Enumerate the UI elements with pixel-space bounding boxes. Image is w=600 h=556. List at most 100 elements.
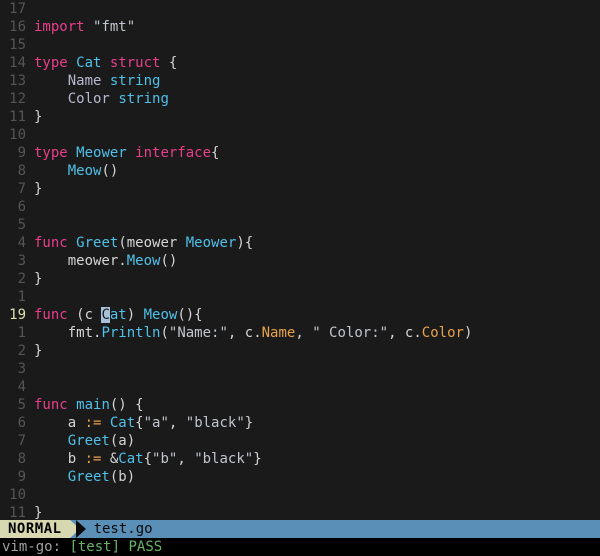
code-line[interactable]: 10 xyxy=(0,126,600,144)
code-content[interactable]: import "fmt" xyxy=(34,18,600,36)
line-number: 11 xyxy=(0,504,34,520)
code-line[interactable]: 5 xyxy=(0,216,600,234)
code-line[interactable]: 15 xyxy=(0,36,600,54)
token-typ: string xyxy=(118,91,169,107)
token-ident: Color xyxy=(68,91,110,107)
code-content[interactable]: Greet(b) xyxy=(34,468,600,486)
code-line[interactable]: 7 Greet(a) xyxy=(0,432,600,450)
code-content[interactable]: } xyxy=(34,180,600,198)
code-content[interactable] xyxy=(34,198,600,216)
code-line[interactable]: 9 Greet(b) xyxy=(0,468,600,486)
code-line[interactable]: 1 fmt.Println("Name:", c.Name, " Color:"… xyxy=(0,324,600,342)
code-area[interactable]: 1716import "fmt"1514type Cat struct {13 … xyxy=(0,0,600,520)
line-number: 9 xyxy=(0,468,34,486)
code-content[interactable]: } xyxy=(34,504,600,520)
code-content[interactable]: a := Cat{"a", "black"} xyxy=(34,414,600,432)
token-op: ) xyxy=(464,325,472,341)
code-content[interactable] xyxy=(34,378,600,396)
code-content[interactable]: type Meower interface{ xyxy=(34,144,600,162)
separator-icon xyxy=(76,520,86,538)
code-line[interactable]: 9type Meower interface{ xyxy=(0,144,600,162)
line-number: 10 xyxy=(0,486,34,504)
code-line[interactable]: 6 xyxy=(0,198,600,216)
token-str: "black" xyxy=(186,415,245,431)
code-line[interactable]: 12 Color string xyxy=(0,90,600,108)
code-content[interactable] xyxy=(34,216,600,234)
code-line[interactable]: 4func Greet(meower Meower){ xyxy=(0,234,600,252)
code-content[interactable]: type Cat struct { xyxy=(34,54,600,72)
code-content[interactable]: } xyxy=(34,270,600,288)
code-content[interactable]: Color string xyxy=(34,90,600,108)
code-content[interactable] xyxy=(34,360,600,378)
token-typ: at xyxy=(110,307,127,323)
code-line[interactable]: 19func (c Cat) Meow(){ xyxy=(0,306,600,324)
token-kw-struct: struct xyxy=(110,55,161,71)
token-kw-type: type xyxy=(34,145,68,161)
code-content[interactable]: b := &Cat{"b", "black"} xyxy=(34,450,600,468)
line-number: 15 xyxy=(0,36,34,54)
code-content[interactable]: fmt.Println("Name:", c.Name, " Color:", … xyxy=(34,324,600,342)
code-content[interactable]: meower.Meow() xyxy=(34,252,600,270)
token-op: a xyxy=(34,415,85,431)
code-line[interactable]: 11} xyxy=(0,504,600,520)
code-line[interactable]: 17 xyxy=(0,0,600,18)
code-content[interactable] xyxy=(34,36,600,54)
token-typ: Cat xyxy=(118,451,143,467)
token-op xyxy=(34,433,68,449)
line-number: 2 xyxy=(0,270,34,288)
code-content[interactable]: func Greet(meower Meower){ xyxy=(34,234,600,252)
token-field: Name xyxy=(262,325,296,341)
message-tag: [test] xyxy=(69,539,120,555)
token-op: { xyxy=(160,55,177,71)
line-number: 6 xyxy=(0,198,34,216)
token-typ: Cat xyxy=(110,415,135,431)
token-kw-func: func xyxy=(34,397,68,413)
token-assign: := xyxy=(85,415,102,431)
code-content[interactable] xyxy=(34,0,600,18)
line-number: 13 xyxy=(0,72,34,90)
token-str: " Color:" xyxy=(312,325,388,341)
code-line[interactable]: 4 xyxy=(0,378,600,396)
code-line[interactable]: 7} xyxy=(0,180,600,198)
token-typ: Meow xyxy=(144,307,178,323)
code-content[interactable]: Name string xyxy=(34,72,600,90)
code-line[interactable]: 2} xyxy=(0,270,600,288)
code-line[interactable]: 3 meower.Meow() xyxy=(0,252,600,270)
token-op: } xyxy=(245,415,253,431)
token-op xyxy=(34,163,68,179)
line-number: 1 xyxy=(0,324,34,342)
message-prefix: vim-go: xyxy=(2,539,61,555)
code-content[interactable]: } xyxy=(34,108,600,126)
code-line[interactable]: 6 a := Cat{"a", "black"} xyxy=(0,414,600,432)
code-content[interactable]: func main() { xyxy=(34,396,600,414)
code-line[interactable]: 13 Name string xyxy=(0,72,600,90)
token-op xyxy=(101,415,109,431)
line-number: 12 xyxy=(0,90,34,108)
token-op: (c xyxy=(68,307,102,323)
code-line[interactable]: 2} xyxy=(0,342,600,360)
token-kw-interface: interface xyxy=(135,145,211,161)
line-number: 1 xyxy=(0,288,34,306)
code-line[interactable]: 14type Cat struct { xyxy=(0,54,600,72)
code-line[interactable]: 10 xyxy=(0,486,600,504)
code-line[interactable]: 16import "fmt" xyxy=(0,18,600,36)
code-line[interactable]: 8 Meow() xyxy=(0,162,600,180)
code-content[interactable]: Greet(a) xyxy=(34,432,600,450)
code-content[interactable]: func (c Cat) Meow(){ xyxy=(34,306,600,324)
code-content[interactable]: Meow() xyxy=(34,162,600,180)
line-number: 3 xyxy=(0,252,34,270)
code-content[interactable] xyxy=(34,288,600,306)
token-op: (a) xyxy=(110,433,135,449)
code-line[interactable]: 1 xyxy=(0,288,600,306)
code-line[interactable]: 5func main() { xyxy=(0,396,600,414)
token-op: , c. xyxy=(228,325,262,341)
code-content[interactable]: } xyxy=(34,342,600,360)
token-op: { xyxy=(135,415,143,431)
code-content[interactable] xyxy=(34,126,600,144)
token-op xyxy=(34,73,68,89)
code-line[interactable]: 11} xyxy=(0,108,600,126)
token-op xyxy=(101,73,109,89)
code-line[interactable]: 3 xyxy=(0,360,600,378)
code-line[interactable]: 8 b := &Cat{"b", "black"} xyxy=(0,450,600,468)
code-content[interactable] xyxy=(34,486,600,504)
